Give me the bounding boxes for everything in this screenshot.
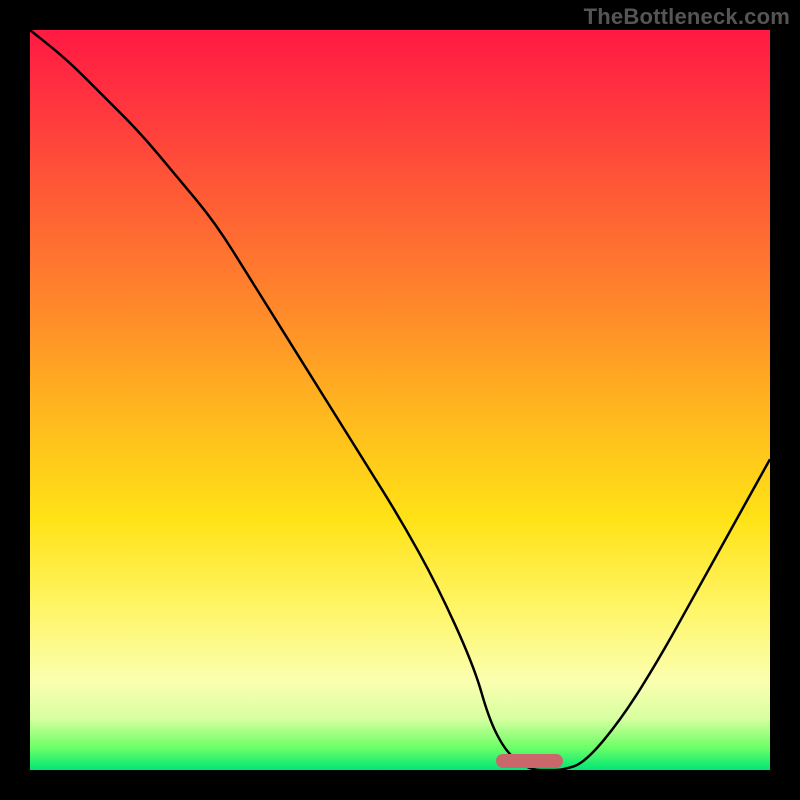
plot-area: [30, 30, 770, 770]
optimal-range-marker: [496, 754, 563, 768]
bottleneck-curve: [30, 30, 770, 770]
watermark-text: TheBottleneck.com: [584, 4, 790, 30]
chart-frame: TheBottleneck.com: [0, 0, 800, 800]
chart-svg: [30, 30, 770, 770]
